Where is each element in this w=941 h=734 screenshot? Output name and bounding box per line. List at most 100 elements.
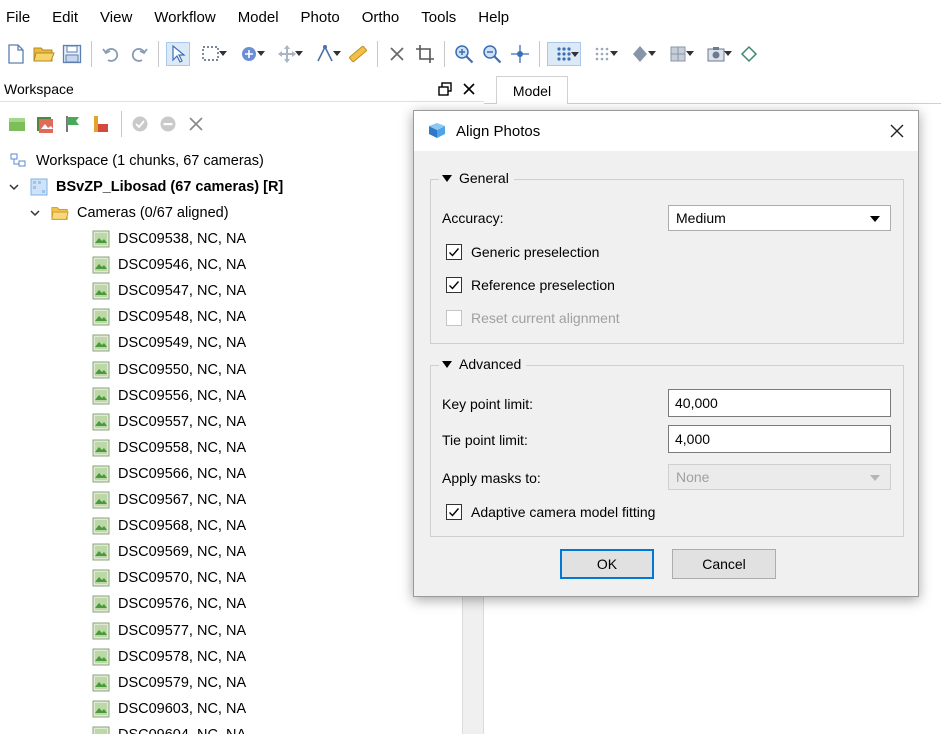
save-icon[interactable] — [60, 42, 84, 66]
remove-icon[interactable] — [185, 113, 207, 135]
camera-row[interactable]: DSC09604, NC, NA — [92, 722, 246, 734]
menu-tools[interactable]: Tools — [421, 9, 456, 26]
zoom-in-icon[interactable] — [452, 42, 476, 66]
photo-icon — [92, 569, 110, 587]
menu-file[interactable]: File — [6, 9, 30, 26]
disable-icon[interactable] — [157, 113, 179, 135]
menu-help[interactable]: Help — [478, 9, 509, 26]
camera-row[interactable]: DSC09550, NC, NA — [92, 357, 246, 383]
camera-row[interactable]: DSC09557, NC, NA — [92, 409, 246, 435]
toolbar-separator — [91, 41, 92, 67]
tab-model[interactable]: Model — [496, 76, 568, 104]
camera-row[interactable]: DSC09566, NC, NA — [92, 461, 246, 487]
move-region-icon[interactable] — [270, 42, 304, 66]
menu-edit[interactable]: Edit — [52, 9, 78, 26]
measure-icon[interactable] — [346, 42, 370, 66]
dense-cloud-view-icon[interactable] — [585, 42, 619, 66]
open-folder-icon[interactable] — [32, 42, 56, 66]
apply-masks-label: Apply masks to: — [442, 470, 541, 486]
ruler-draw-icon[interactable] — [308, 42, 342, 66]
crop-icon[interactable] — [413, 42, 437, 66]
generic-preselection-checkbox[interactable]: Generic preselection — [446, 244, 599, 260]
capture-icon[interactable] — [699, 42, 733, 66]
workspace-pane-header: Workspace — [0, 76, 484, 102]
camera-row[interactable]: DSC09578, NC, NA — [92, 644, 246, 670]
close-pane-icon[interactable] — [460, 80, 478, 98]
photo-icon — [92, 282, 110, 300]
toolbar-separator — [539, 41, 540, 67]
menu-ortho[interactable]: Ortho — [362, 9, 400, 26]
rectangle-selection-icon[interactable] — [194, 42, 228, 66]
camera-row[interactable]: DSC09568, NC, NA — [92, 513, 246, 539]
menu-workflow[interactable]: Workflow — [154, 9, 215, 26]
region-icon[interactable] — [661, 42, 695, 66]
zoom-out-icon[interactable] — [480, 42, 504, 66]
menu-view[interactable]: View — [100, 9, 132, 26]
reference-preselection-label: Reference preselection — [471, 277, 615, 293]
camera-label: DSC09566, NC, NA — [118, 465, 247, 482]
camera-row[interactable]: DSC09558, NC, NA — [92, 435, 246, 461]
general-legend-label: General — [459, 170, 509, 186]
delete-icon[interactable] — [385, 42, 409, 66]
enable-icon[interactable] — [129, 113, 151, 135]
close-icon[interactable] — [882, 116, 912, 146]
menu-photo[interactable]: Photo — [301, 9, 340, 26]
apply-masks-select[interactable]: None — [668, 464, 891, 490]
model-view-icon[interactable] — [547, 42, 581, 66]
camera-row[interactable]: DSC09569, NC, NA — [92, 539, 246, 565]
camera-row[interactable]: DSC09546, NC, NA — [92, 252, 246, 278]
camera-row[interactable]: DSC09567, NC, NA — [92, 487, 246, 513]
camera-row[interactable]: DSC09556, NC, NA — [92, 383, 246, 409]
ok-button[interactable]: OK — [560, 549, 654, 579]
camera-row[interactable]: DSC09549, NC, NA — [92, 330, 246, 356]
dialog-title-bar[interactable]: Align Photos — [414, 111, 918, 151]
new-document-icon[interactable] — [4, 42, 28, 66]
add-markers-icon[interactable] — [62, 113, 84, 135]
camera-row[interactable]: DSC09547, NC, NA — [92, 278, 246, 304]
key-point-limit-label: Key point limit: — [442, 396, 534, 412]
tree-root-row[interactable]: Workspace (1 chunks, 67 cameras) — [10, 148, 264, 174]
navigation-icon[interactable] — [737, 42, 761, 66]
camera-label: DSC09568, NC, NA — [118, 518, 247, 535]
select-pointer-icon[interactable] — [166, 42, 190, 66]
add-chunk-icon[interactable] — [6, 113, 28, 135]
tree-cameras-row[interactable]: Cameras (0/67 aligned) — [29, 200, 229, 226]
general-legend[interactable]: General — [439, 170, 514, 186]
photo-icon — [92, 700, 110, 718]
checkbox-check-icon — [446, 244, 462, 260]
tree-chunk-row[interactable]: BSvZP_Libosad (67 cameras) [R] — [8, 174, 283, 200]
dialog-title: Align Photos — [456, 122, 541, 140]
align-photos-dialog: Align Photos General Accuracy: Medium Ge… — [413, 110, 919, 597]
reset-alignment-checkbox[interactable]: Reset current alignment — [446, 310, 620, 326]
mesh-view-icon[interactable] — [623, 42, 657, 66]
folder-icon — [51, 204, 69, 222]
undo-icon[interactable] — [99, 42, 123, 66]
advanced-legend[interactable]: Advanced — [439, 356, 527, 372]
camera-row[interactable]: DSC09603, NC, NA — [92, 696, 246, 722]
menu-model[interactable]: Model — [238, 9, 279, 26]
generic-preselection-label: Generic preselection — [471, 244, 600, 260]
rotate-object-icon[interactable] — [232, 42, 266, 66]
toolbar-separator — [121, 111, 122, 137]
add-shapes-icon[interactable] — [90, 113, 112, 135]
redo-icon[interactable] — [127, 42, 151, 66]
camera-row[interactable]: DSC09548, NC, NA — [92, 304, 246, 330]
reset-view-icon[interactable] — [508, 42, 532, 66]
float-pane-icon[interactable] — [436, 80, 454, 98]
tie-point-limit-input[interactable]: 4,000 — [668, 425, 891, 453]
camera-row[interactable]: DSC09579, NC, NA — [92, 670, 246, 696]
chevron-down-icon[interactable] — [8, 181, 20, 193]
camera-row[interactable]: DSC09538, NC, NA — [92, 226, 246, 252]
camera-row[interactable]: DSC09576, NC, NA — [92, 591, 246, 617]
camera-row[interactable]: DSC09577, NC, NA — [92, 618, 246, 644]
camera-row[interactable]: DSC09570, NC, NA — [92, 565, 246, 591]
key-point-limit-input[interactable]: 40,000 — [668, 389, 891, 417]
camera-label: DSC09550, NC, NA — [118, 361, 247, 378]
cancel-button[interactable]: Cancel — [672, 549, 776, 579]
adaptive-fitting-label: Adaptive camera model fitting — [471, 504, 656, 520]
reference-preselection-checkbox[interactable]: Reference preselection — [446, 277, 615, 293]
adaptive-fitting-checkbox[interactable]: Adaptive camera model fitting — [446, 504, 655, 520]
accuracy-select[interactable]: Medium — [668, 205, 891, 231]
chevron-down-icon[interactable] — [29, 207, 41, 219]
add-photos-icon[interactable] — [34, 113, 56, 135]
